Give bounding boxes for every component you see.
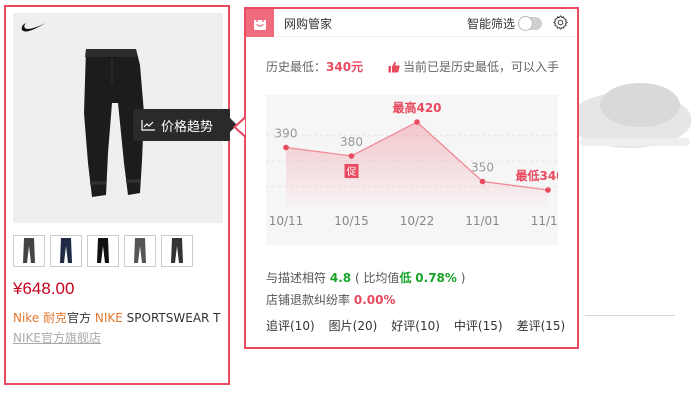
shop-link[interactable]: NIKE官方旗舰店 — [13, 329, 101, 346]
smart-filter-toggle[interactable] — [518, 16, 542, 31]
compare-close: ) — [460, 271, 466, 285]
nike-logo — [21, 23, 46, 32]
review-positive[interactable]: 好评(10) — [391, 317, 440, 334]
date-tick: 10/15 — [334, 214, 369, 228]
toggle-knob — [518, 16, 533, 31]
refund-value: 0.00% — [353, 293, 396, 307]
match-label: 与描述相符 — [266, 271, 327, 285]
thumbnail-dark-grey[interactable] — [124, 235, 156, 267]
product-line: SPORTSWEAR T — [122, 311, 221, 325]
price-point — [479, 178, 486, 185]
price-trend-label: 价格趋势 — [161, 119, 214, 135]
date-tick: 11/18 — [531, 214, 558, 228]
price-point — [414, 119, 420, 125]
review-photos[interactable]: 图片(20) — [329, 317, 378, 334]
price-trend-chart: 390 10/11 380 10/15 最高420 10/22 350 11/01 最低340 1… — [266, 95, 558, 245]
history-lowest-value: 340元 — [326, 60, 364, 74]
product-price: ¥648.00 — [13, 279, 75, 298]
review-negative[interactable]: 差评(15) — [517, 317, 566, 334]
brand-en: NIKE — [94, 311, 123, 325]
shopping-assistant-panel: 网购管家 智能筛选 历史最低：340元 当前已是历史最低，可以入手 390 10/… — [244, 7, 579, 349]
review-neutral[interactable]: 中评(15) — [454, 317, 503, 334]
price-label: 350 — [471, 161, 494, 175]
review-followup[interactable]: 追评(10) — [266, 317, 315, 334]
compare-open: ( 比均值 — [354, 271, 400, 285]
product-title[interactable]: Nike 耐克官方 NIKE SPORTSWEAR T — [13, 309, 221, 326]
product-card[interactable]: ¥648.00 Nike 耐克官方 NIKE SPORTSWEAR T NIKE… — [4, 5, 230, 385]
panel-title: 网购管家 — [284, 17, 333, 31]
history-lowest-label: 历史最低： — [266, 60, 327, 74]
price-area — [286, 122, 548, 207]
thumbs-up-icon — [388, 61, 400, 72]
shopping-bag-icon — [246, 9, 274, 37]
review-filters: 追评(10) 图片(20) 好评(10) 中评(15) 差评(15) — [266, 317, 565, 334]
price-label: 390 — [275, 127, 298, 141]
price-label: 最低340 — [515, 168, 558, 183]
thumbnail-charcoal[interactable] — [161, 235, 193, 267]
price-label: 最高420 — [392, 100, 441, 115]
buy-advice: 当前已是历史最低，可以入手 — [388, 58, 559, 75]
date-tick: 10/11 — [269, 214, 304, 228]
thumbnail-grey[interactable] — [13, 235, 45, 267]
price-point — [283, 144, 289, 151]
price-trend-button[interactable]: 价格趋势 — [133, 109, 237, 141]
smart-filter-label: 智能筛选 — [467, 17, 516, 31]
date-tick: 11/01 — [465, 214, 500, 228]
gear-icon[interactable] — [553, 15, 568, 30]
bg-decoration — [585, 315, 675, 316]
history-lowest: 历史最低：340元 — [266, 58, 363, 75]
price-label: 380 — [340, 135, 363, 149]
panel-header: 网购管家 智能筛选 — [246, 9, 577, 37]
price-point — [348, 153, 355, 159]
thumbnail-list — [13, 235, 193, 267]
date-tick: 10/22 — [400, 214, 435, 228]
bg-shoe-image — [568, 83, 691, 148]
refund-label: 店铺退款纠纷率 — [266, 293, 351, 307]
thumbnail-navy[interactable] — [50, 235, 82, 267]
thumbnail-black[interactable] — [87, 235, 119, 267]
price-point — [545, 187, 551, 193]
refund-dispute-rate: 店铺退款纠纷率 0.00% — [266, 291, 395, 308]
compare-word: 低 — [399, 271, 412, 285]
brand-cn: Nike 耐克 — [13, 311, 68, 325]
trend-chart-icon — [141, 120, 155, 131]
promo-tag-label: 促 — [347, 165, 357, 178]
price-chart-svg: 390 10/11 380 10/15 最高420 10/22 350 11/01 最低340 1… — [266, 100, 558, 228]
description-match: 与描述相符 4.8 ( 比均值低 0.78% ) — [266, 269, 465, 286]
buy-advice-text: 当前已是历史最低，可以入手 — [403, 60, 560, 74]
match-value: 4.8 — [329, 271, 352, 285]
official-text: 官方 — [67, 311, 92, 325]
panel-pointer-inner — [236, 119, 245, 135]
compare-value: 0.78% — [415, 271, 457, 285]
